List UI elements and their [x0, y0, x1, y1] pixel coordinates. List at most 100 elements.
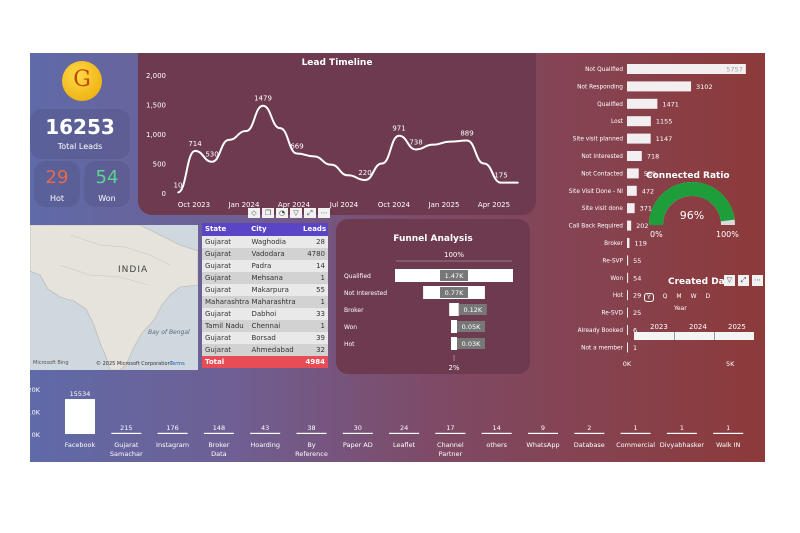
timeline-point	[211, 160, 213, 163]
cell-state: Gujarat	[205, 334, 232, 342]
source-value-label: 215	[120, 424, 132, 432]
cell-leads: 1	[320, 322, 326, 330]
source-category-label: Hoarding	[250, 441, 280, 449]
timeline-point	[228, 139, 230, 141]
table-row[interactable]: Gujarat Ahmedabad 32	[202, 344, 328, 356]
bell-icon[interactable]: ◔	[276, 208, 288, 218]
data-label: 738	[409, 138, 422, 146]
table-total-row: Total 4984	[202, 356, 328, 368]
granularity-week[interactable]: W	[691, 293, 697, 302]
granularity-level-label: Year	[674, 305, 687, 312]
status-category-label: Already Booked	[578, 328, 624, 334]
gauge-title: Connected Ratio	[646, 171, 730, 181]
source-bar	[481, 432, 512, 434]
status-category-label: Re-SVP	[602, 258, 623, 264]
table-row[interactable]: Gujarat Makarpura 55	[202, 284, 328, 296]
more-options-icon[interactable]: ⋯	[752, 275, 763, 286]
funnel-category-label: Won	[344, 324, 357, 331]
filter-icon[interactable]: ▽	[290, 208, 302, 218]
timeline-point	[313, 155, 315, 158]
hot-card[interactable]: 29 Hot	[34, 161, 80, 207]
gauge-min-label: 0%	[650, 230, 663, 239]
granularity-month[interactable]: M	[676, 293, 681, 302]
lead-map[interactable]: INDIA Bay of Bengal Microsoft Bing © 202…	[30, 225, 198, 370]
table-row[interactable]: Gujarat Mehsana 1	[202, 272, 328, 284]
gauge-max-label: 100%	[716, 230, 739, 239]
year-label-2023: 2023	[650, 323, 668, 331]
total-leads-card[interactable]: 16253 Total Leads	[30, 109, 130, 159]
table-toolbar: ◇ ❐ ◔ ▽ ⤢ ⋯	[248, 208, 330, 218]
timeline-point	[296, 152, 298, 155]
granularity-year[interactable]: Y	[644, 293, 654, 302]
status-category-label: Site visit done	[582, 206, 624, 212]
lead-timeline-chart[interactable]: Lead Timeline 0 500 1,000 1,500 2,000 Oct 2023…	[138, 53, 536, 215]
status-bar	[627, 151, 642, 161]
copy-icon[interactable]: ❐	[262, 208, 274, 218]
date-granularity: Y Q M W D	[644, 293, 710, 302]
source-bar	[203, 432, 234, 434]
cell-city: Dabhoi	[251, 310, 277, 318]
cell-city: Makarpura	[251, 286, 289, 294]
more-options-icon[interactable]: ⋯	[318, 208, 330, 218]
granularity-day[interactable]: D	[706, 293, 711, 302]
pin-icon[interactable]: ◇	[248, 208, 260, 218]
status-category-label: Site Visit Done - NI	[569, 189, 624, 195]
source-category-label: WhatsApp	[526, 441, 559, 449]
table-row[interactable]: Maharashtra Maharashtra 1	[202, 296, 328, 308]
cell-city: Mehsana	[251, 274, 283, 282]
sea-label: Bay of Bengal	[148, 329, 190, 336]
data-label: 669	[290, 143, 303, 151]
timeline-series-line	[177, 104, 518, 194]
connected-ratio-gauge[interactable]: 96% 0% 100%	[644, 181, 740, 241]
source-value-label: 38	[307, 424, 315, 432]
filter-icon[interactable]: ▽	[724, 275, 735, 286]
funnel-value-label: 0.77K	[445, 289, 464, 297]
status-category-label: Re-SVD	[601, 311, 623, 317]
source-category-label: Paper AD	[343, 441, 373, 449]
logo-panel: G	[34, 55, 130, 107]
table-row[interactable]: Gujarat Dabhoi 33	[202, 308, 328, 320]
source-category-label: Gujarat	[114, 441, 139, 449]
focus-mode-icon[interactable]: ⤢	[304, 208, 316, 218]
funnel-chart[interactable]: Funnel Analysis 100% Qualified 1.47K Not Int…	[336, 219, 530, 374]
status-bar	[627, 185, 637, 196]
focus-mode-icon[interactable]: ⤢	[738, 275, 749, 286]
data-label: 175	[494, 172, 507, 180]
won-card[interactable]: 54 Won	[84, 161, 130, 207]
timeline-point	[517, 181, 519, 184]
source-bar	[713, 432, 744, 434]
table-row[interactable]: Gujarat Waghodia 28	[202, 236, 328, 248]
total-leads-value: 16253	[45, 115, 115, 139]
year-range-slider[interactable]	[634, 332, 754, 340]
lead-source-chart[interactable]: 0K 10K 20K 15534 Facebook 215 GujaratSamachar 1…	[30, 382, 765, 462]
col-header-city[interactable]: City	[251, 223, 303, 236]
hot-value: 29	[45, 167, 69, 188]
timeline-point	[194, 150, 196, 152]
source-value-label: 176	[166, 424, 178, 432]
col-header-leads[interactable]: Leads	[303, 223, 328, 236]
cell-state: Gujarat	[205, 262, 232, 270]
col-header-state[interactable]: State	[202, 223, 251, 236]
table-row[interactable]: Gujarat Padra 14	[202, 260, 328, 272]
source-category-label: Samachar	[110, 450, 143, 458]
y-tick-label: 1,000	[146, 131, 166, 139]
source-category-label: Facebook	[65, 441, 96, 449]
funnel-category-label: Hot	[344, 341, 355, 348]
cell-leads: 39	[316, 334, 326, 342]
table-row[interactable]: Gujarat Vadodara 4780	[202, 248, 328, 260]
map-terms-link[interactable]: Terms	[170, 361, 185, 367]
data-label: 10	[174, 181, 183, 189]
granularity-quarter[interactable]: Q	[663, 293, 668, 302]
x-tick-label: 0K	[623, 360, 632, 368]
source-bar	[620, 432, 651, 434]
source-value-label: 43	[261, 424, 269, 432]
total-leads-label: Total Leads	[57, 142, 103, 151]
table-row[interactable]: Tamil Nadu Chennai 1	[202, 320, 328, 332]
table-row[interactable]: Gujarat Borsad 39	[202, 332, 328, 344]
table-header: State City Leads	[202, 223, 328, 236]
x-tick-label: Apr 2025	[478, 201, 510, 209]
status-value-label: 1	[633, 344, 637, 352]
cell-leads: 1	[320, 298, 326, 306]
source-category-label: By	[307, 441, 315, 449]
status-bar	[627, 255, 629, 266]
